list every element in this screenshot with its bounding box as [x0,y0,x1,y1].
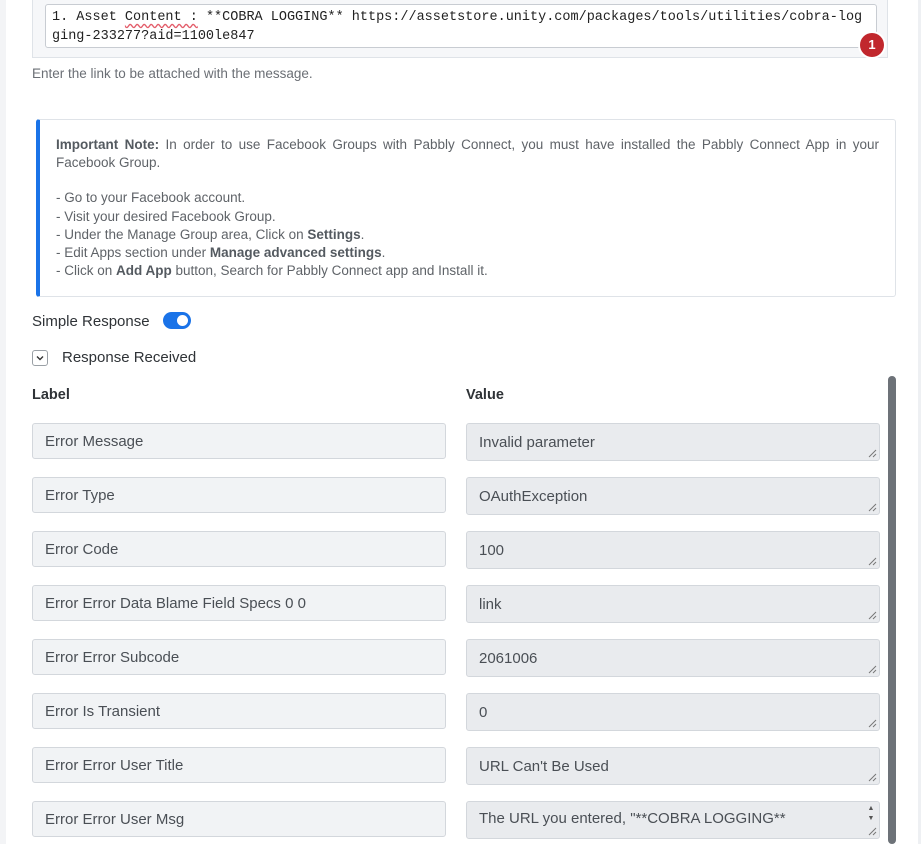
toggle-knob [177,315,188,326]
link-field-container: 1. Asset Content : **COBRA LOGGING** htt… [32,0,888,58]
row-value-field[interactable]: link [466,585,880,623]
row-value-field[interactable]: 2061006 [466,639,880,677]
simple-response-toggle[interactable] [163,312,191,329]
row-label-field[interactable]: Error Error User Msg [32,801,446,837]
note-step-2: - Visit your desired Facebook Group. [56,208,276,224]
note-step-5-bold: Add App [116,263,172,279]
note-step-4-end: . [381,245,386,261]
simple-response-label: Simple Response [32,312,150,330]
note-step-4: - Edit Apps section under Manage advance… [56,244,879,262]
row-label-field[interactable]: Error Is Transient [32,693,446,729]
response-received-label: Response Received [62,349,197,366]
row-label-field[interactable]: Error Error Subcode [32,639,446,675]
row-value-field[interactable]: The URL you entered, "**COBRA LOGGING** ▲… [466,801,880,839]
row-value-text: 2061006 [479,649,538,667]
note-title: Important Note: [56,137,160,152]
value-column-header: Value [466,387,504,403]
note-step-3-bold: Settings [307,226,361,242]
row-value-field[interactable]: 100 [466,531,880,569]
row-value-text: OAuthException [479,487,588,505]
note-step-5-text: - Click on [56,263,117,279]
note-step-4-text: - Edit Apps section under [56,245,210,261]
textarea-spin-icon[interactable]: ▲ ▼ [865,803,877,823]
resize-grip-icon[interactable] [868,665,877,674]
important-note: Important Note: In order to use Facebook… [36,119,896,297]
scrollbar-thumb[interactable] [888,376,896,844]
row-label-field[interactable]: Error Code [32,531,446,567]
left-edge [0,0,6,844]
note-intro: Important Note: In order to use Facebook… [56,136,879,172]
note-intro-text: In order to use Facebook Groups with Pab… [56,137,880,171]
resize-grip-icon[interactable] [868,503,877,512]
row-value-text: link [479,595,502,613]
resize-grip-icon[interactable] [868,449,877,458]
link-line2: 233277?aid=1100le847 [92,29,255,44]
link-line1-prefix: 1. Asset [52,10,125,25]
chevron-down-icon [36,356,44,361]
link-line1-underlined: Content : [124,10,198,25]
row-label-field[interactable]: Error Message [32,423,446,459]
row-label-field[interactable]: Error Error User Title [32,747,446,783]
resize-grip-icon[interactable] [868,611,877,620]
label-column-header: Label [32,387,70,403]
row-value-field[interactable]: 0 [466,693,880,731]
row-value-text: URL Can't Be Used [479,757,609,775]
note-step-1: - Go to your Facebook account. [56,190,246,206]
row-value-field[interactable]: URL Can't Be Used [466,747,880,785]
link-textarea[interactable]: 1. Asset Content : **COBRA LOGGING** htt… [45,4,877,48]
note-step-3: - Under the Manage Group area, Click on … [56,226,879,244]
note-step-5: - Click on Add App button, Search for Pa… [56,262,879,280]
resize-grip-icon[interactable] [868,557,877,566]
row-value-text: The URL you entered, "**COBRA LOGGING** [479,810,786,827]
link-help-text: Enter the link to be attached with the m… [32,66,313,81]
row-value-text: 100 [479,541,505,559]
row-value-field[interactable]: Invalid parameter [466,423,880,461]
note-step-5-end: button, Search for Pabbly Connect app an… [171,263,488,279]
note-step-4-bold: Manage advanced settings [209,245,382,261]
note-step-3-text: - Under the Manage Group area, Click on [56,226,308,242]
row-label-field[interactable]: Error Error Data Blame Field Specs 0 0 [32,585,446,621]
row-value-text: 0 [479,703,488,721]
resize-grip-icon[interactable] [868,827,877,836]
resize-grip-icon[interactable] [868,773,877,782]
row-label-field[interactable]: Error Type [32,477,446,513]
error-count-badge[interactable]: 1 [860,33,884,57]
resize-grip-icon[interactable] [868,719,877,728]
row-value-text: Invalid parameter [479,433,595,451]
scrollbar[interactable] [888,376,896,844]
note-step-3-end: . [360,226,365,242]
collapse-toggle[interactable] [32,350,48,366]
row-value-field[interactable]: OAuthException [466,477,880,515]
